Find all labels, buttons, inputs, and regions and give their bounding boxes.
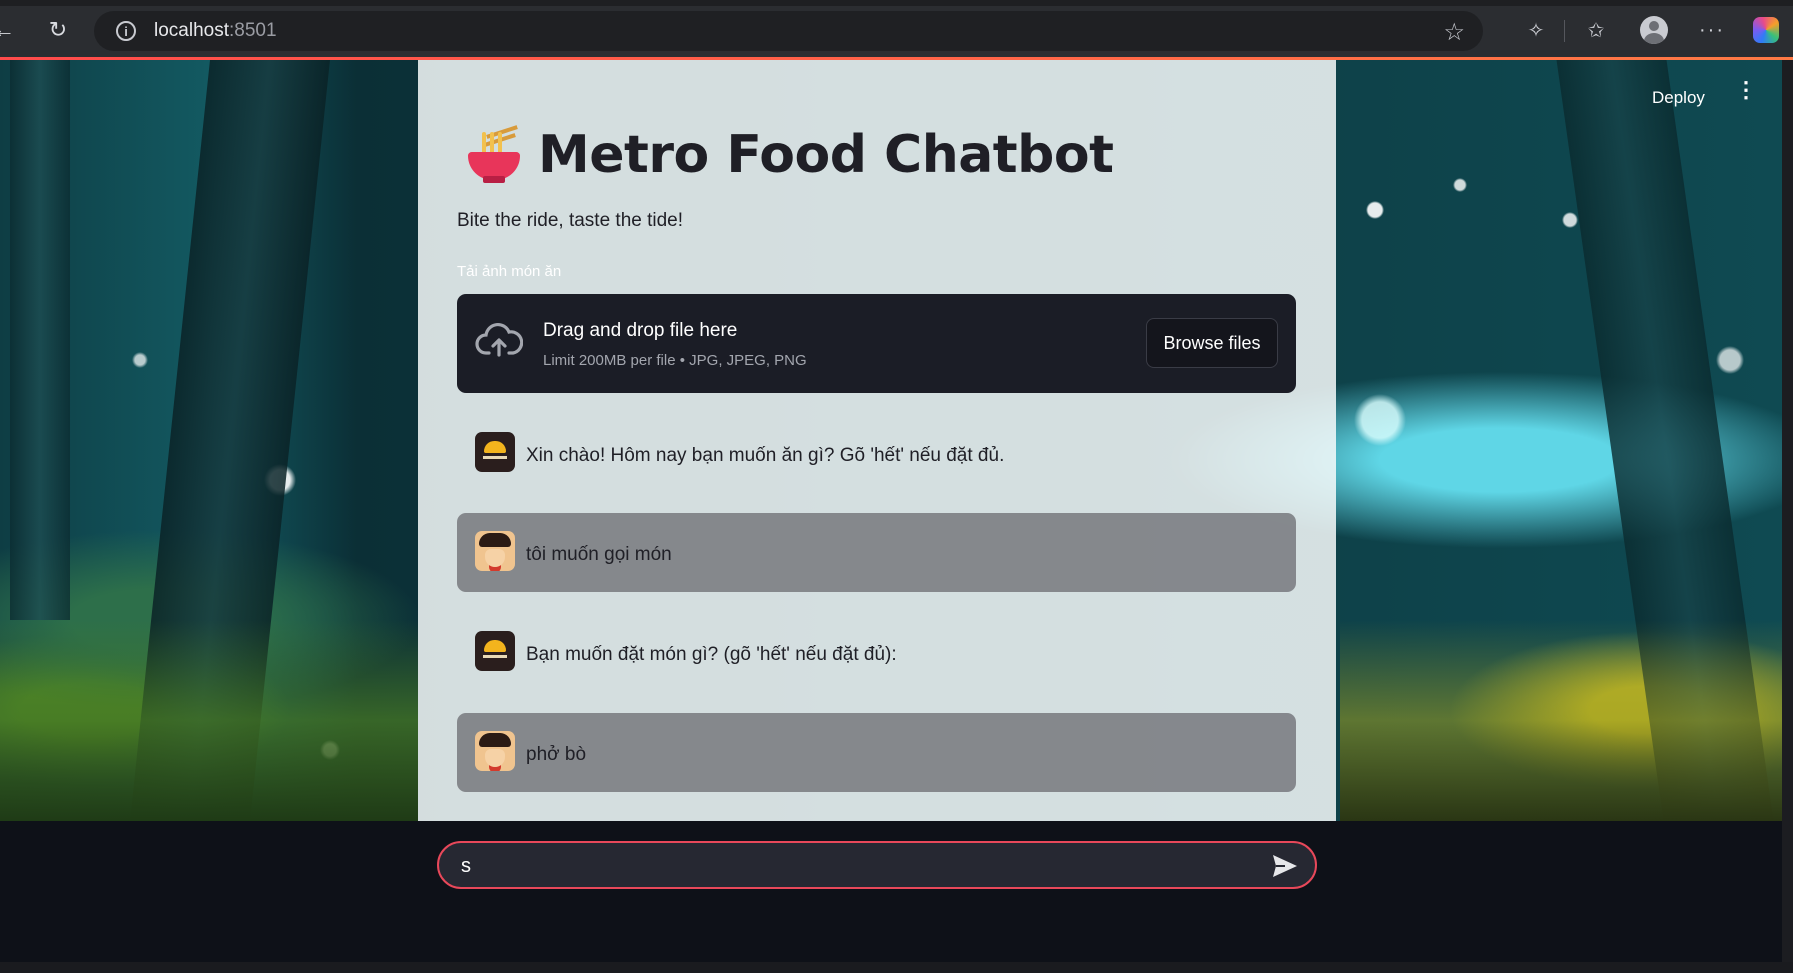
message-text: Xin chào! Hôm nay bạn muốn ăn gì? Gõ 'hế… xyxy=(526,445,1005,466)
browse-files-button[interactable]: Browse files xyxy=(1146,318,1278,368)
profile-icon[interactable] xyxy=(1636,12,1672,48)
chat-message-user: phở bò xyxy=(457,713,1296,792)
page-subtitle: Bite the ride, taste the tide! xyxy=(457,210,684,231)
chat-input-box[interactable] xyxy=(437,841,1317,889)
favorites-icon[interactable]: ✩ xyxy=(1578,12,1614,48)
main-content: Metro Food Chatbot Bite the ride, taste … xyxy=(418,60,1336,821)
page-title: Metro Food Chatbot xyxy=(538,125,1114,185)
assistant-avatar xyxy=(475,631,515,671)
send-icon[interactable] xyxy=(1271,853,1299,879)
info-icon[interactable]: i xyxy=(116,21,136,41)
back-icon[interactable]: ← xyxy=(0,12,22,48)
url-port: :8501 xyxy=(229,20,277,41)
message-text: phở bò xyxy=(526,744,587,765)
scrollbar-track[interactable] xyxy=(1782,60,1793,973)
user-avatar xyxy=(475,731,515,771)
tab-strip xyxy=(0,0,1793,6)
browser-toolbar: ← ↻ i localhost:8501 ☆ ✧ ✩ ··· xyxy=(0,0,1793,59)
deploy-button[interactable]: Deploy xyxy=(1652,88,1705,108)
assistant-avatar xyxy=(475,432,515,472)
chat-input[interactable] xyxy=(459,849,1243,883)
message-text: Bạn muốn đặt món gì? (gõ 'hết' nếu đặt đ… xyxy=(526,644,897,665)
star-icon[interactable]: ☆ xyxy=(1443,18,1465,47)
more-icon[interactable]: ··· xyxy=(1694,12,1730,48)
url-host: localhost xyxy=(154,20,229,41)
extensions-icon[interactable]: ✧ xyxy=(1518,12,1554,48)
reload-icon[interactable]: ↻ xyxy=(40,12,76,48)
dropzone-title: Drag and drop file here xyxy=(543,320,738,341)
background-grass xyxy=(0,620,418,821)
title-row: Metro Food Chatbot xyxy=(466,125,1114,185)
user-avatar xyxy=(475,531,515,571)
chat-message-assistant: Bạn muốn đặt món gì? (gõ 'hết' nếu đặt đ… xyxy=(457,613,1296,692)
copilot-icon[interactable] xyxy=(1748,12,1784,48)
taskbar xyxy=(0,962,1793,973)
chat-message-assistant: Xin chào! Hôm nay bạn muốn ăn gì? Gõ 'hế… xyxy=(457,414,1296,493)
url-text[interactable]: localhost:8501 xyxy=(154,20,277,42)
file-uploader-dropzone[interactable]: Drag and drop file here Limit 200MB per … xyxy=(457,294,1296,393)
address-bar[interactable]: i localhost:8501 ☆ xyxy=(94,11,1483,51)
background-grass xyxy=(1340,620,1782,821)
toolbar-divider xyxy=(1564,20,1565,42)
cloud-upload-icon xyxy=(475,322,523,357)
background-tree xyxy=(10,60,70,620)
streamlit-app: Deploy ⋮ Metro Food Chatbot Bite the rid… xyxy=(0,60,1782,821)
chat-input-container xyxy=(0,821,1782,962)
message-text: tôi muốn gọi món xyxy=(526,544,672,565)
uploader-label: Tải ảnh món ăn xyxy=(457,263,562,280)
main-menu-icon[interactable]: ⋮ xyxy=(1735,79,1757,101)
chat-message-user: tôi muốn gọi món xyxy=(457,513,1296,592)
dropzone-limit-text: Limit 200MB per file • JPG, JPEG, PNG xyxy=(543,352,807,369)
ramen-bowl-icon xyxy=(466,125,522,184)
